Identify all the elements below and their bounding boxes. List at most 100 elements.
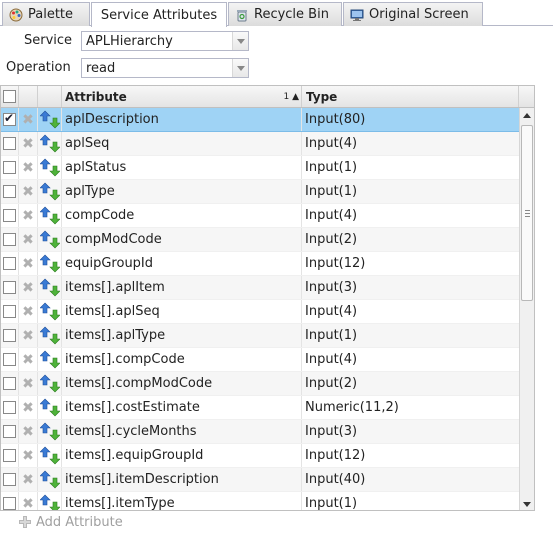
move-arrows-icon[interactable] — [38, 446, 61, 466]
row-delete-cell[interactable]: ✖ — [19, 348, 38, 371]
table-row[interactable]: ✖ aplDescription Input(80) — [1, 108, 519, 132]
table-row[interactable]: ✖ aplSeq Input(4) — [1, 132, 519, 156]
table-row[interactable]: ✖ items[].compModCode Input(2) — [1, 372, 519, 396]
move-arrows-icon[interactable] — [38, 110, 61, 130]
row-delete-cell[interactable]: ✖ — [19, 444, 38, 467]
chevron-down-icon[interactable] — [232, 32, 248, 50]
row-select-cell[interactable] — [1, 396, 19, 419]
delete-icon[interactable]: ✖ — [22, 112, 34, 128]
move-arrows-icon[interactable] — [38, 230, 61, 250]
move-arrows-icon[interactable] — [38, 182, 61, 202]
delete-icon[interactable]: ✖ — [22, 232, 34, 248]
move-arrows-icon[interactable] — [38, 326, 61, 346]
delete-icon[interactable]: ✖ — [22, 256, 34, 272]
tab-service-attributes[interactable]: Service Attributes — [91, 2, 227, 27]
row-move-cell[interactable] — [38, 300, 62, 323]
row-checkbox[interactable] — [3, 111, 16, 126]
row-delete-cell[interactable]: ✖ — [19, 252, 38, 275]
delete-icon[interactable]: ✖ — [22, 208, 34, 224]
row-move-cell[interactable] — [38, 492, 62, 510]
row-delete-cell[interactable]: ✖ — [19, 180, 38, 203]
row-delete-cell[interactable]: ✖ — [19, 468, 38, 491]
scroll-thumb[interactable] — [521, 125, 533, 301]
move-arrows-icon[interactable] — [38, 470, 61, 490]
move-arrows-icon[interactable] — [38, 302, 61, 322]
row-checkbox[interactable] — [3, 497, 16, 510]
row-delete-cell[interactable]: ✖ — [19, 132, 38, 155]
row-delete-cell[interactable]: ✖ — [19, 276, 38, 299]
move-arrows-icon[interactable] — [38, 134, 61, 154]
header-select-all[interactable] — [1, 86, 19, 107]
row-checkbox[interactable] — [3, 233, 16, 246]
row-move-cell[interactable] — [38, 156, 62, 179]
delete-icon[interactable]: ✖ — [22, 400, 34, 416]
row-checkbox[interactable] — [3, 257, 16, 270]
delete-icon[interactable]: ✖ — [22, 352, 34, 368]
move-arrows-icon[interactable] — [38, 254, 61, 274]
table-row[interactable]: ✖ items[].cycleMonths Input(3) — [1, 420, 519, 444]
delete-icon[interactable]: ✖ — [22, 448, 34, 464]
delete-icon[interactable]: ✖ — [22, 424, 34, 440]
row-move-cell[interactable] — [38, 324, 62, 347]
row-move-cell[interactable] — [38, 252, 62, 275]
delete-icon[interactable]: ✖ — [22, 304, 34, 320]
add-attribute-button[interactable]: Add Attribute — [18, 513, 123, 531]
move-arrows-icon[interactable] — [38, 398, 61, 418]
header-type[interactable]: Type — [302, 86, 519, 107]
delete-icon[interactable]: ✖ — [22, 472, 34, 488]
row-select-cell[interactable] — [1, 252, 19, 275]
table-row[interactable]: ✖ compModCode Input(2) — [1, 228, 519, 252]
row-checkbox[interactable] — [3, 137, 16, 150]
move-arrows-icon[interactable] — [38, 374, 61, 394]
operation-select[interactable]: read — [81, 58, 249, 78]
table-row[interactable]: ✖ items[].costEstimate Numeric(11,2) — [1, 396, 519, 420]
row-select-cell[interactable] — [1, 468, 19, 491]
tab-recycle-bin[interactable]: Recycle Bin — [228, 2, 342, 26]
move-arrows-icon[interactable] — [38, 350, 61, 370]
row-move-cell[interactable] — [38, 132, 62, 155]
delete-icon[interactable]: ✖ — [22, 160, 34, 176]
row-checkbox[interactable] — [3, 281, 16, 294]
table-row[interactable]: ✖ compCode Input(4) — [1, 204, 519, 228]
row-select-cell[interactable] — [1, 276, 19, 299]
scroll-up-button[interactable] — [520, 108, 534, 123]
row-delete-cell[interactable]: ✖ — [19, 492, 38, 510]
row-move-cell[interactable] — [38, 276, 62, 299]
delete-icon[interactable]: ✖ — [22, 280, 34, 296]
row-checkbox[interactable] — [3, 209, 16, 222]
table-row[interactable]: ✖ items[].equipGroupId Input(12) — [1, 444, 519, 468]
row-select-cell[interactable] — [1, 420, 19, 443]
row-delete-cell[interactable]: ✖ — [19, 300, 38, 323]
row-select-cell[interactable] — [1, 228, 19, 251]
row-checkbox[interactable] — [3, 473, 16, 486]
row-move-cell[interactable] — [38, 396, 62, 419]
row-select-cell[interactable] — [1, 132, 19, 155]
row-select-cell[interactable] — [1, 156, 19, 179]
delete-icon[interactable]: ✖ — [22, 136, 34, 152]
row-delete-cell[interactable]: ✖ — [19, 156, 38, 179]
row-checkbox[interactable] — [3, 425, 16, 438]
row-checkbox[interactable] — [3, 185, 16, 198]
table-row[interactable]: ✖ aplStatus Input(1) — [1, 156, 519, 180]
row-checkbox[interactable] — [3, 449, 16, 462]
row-checkbox[interactable] — [3, 329, 16, 342]
row-select-cell[interactable] — [1, 180, 19, 203]
row-move-cell[interactable] — [38, 372, 62, 395]
row-select-cell[interactable] — [1, 492, 19, 510]
select-all-checkbox[interactable] — [3, 90, 16, 103]
service-select[interactable]: APLHierarchy — [81, 31, 249, 51]
row-select-cell[interactable] — [1, 204, 19, 227]
row-move-cell[interactable] — [38, 180, 62, 203]
row-select-cell[interactable] — [1, 108, 19, 131]
table-row[interactable]: ✖ equipGroupId Input(12) — [1, 252, 519, 276]
row-move-cell[interactable] — [38, 444, 62, 467]
row-delete-cell[interactable]: ✖ — [19, 108, 38, 131]
row-delete-cell[interactable]: ✖ — [19, 396, 38, 419]
row-select-cell[interactable] — [1, 348, 19, 371]
header-attribute[interactable]: Attribute 1 ▲ — [62, 86, 302, 107]
table-row[interactable]: ✖ aplType Input(1) — [1, 180, 519, 204]
row-checkbox[interactable] — [3, 161, 16, 174]
delete-icon[interactable]: ✖ — [22, 184, 34, 200]
delete-icon[interactable]: ✖ — [22, 328, 34, 344]
move-arrows-icon[interactable] — [38, 422, 61, 442]
